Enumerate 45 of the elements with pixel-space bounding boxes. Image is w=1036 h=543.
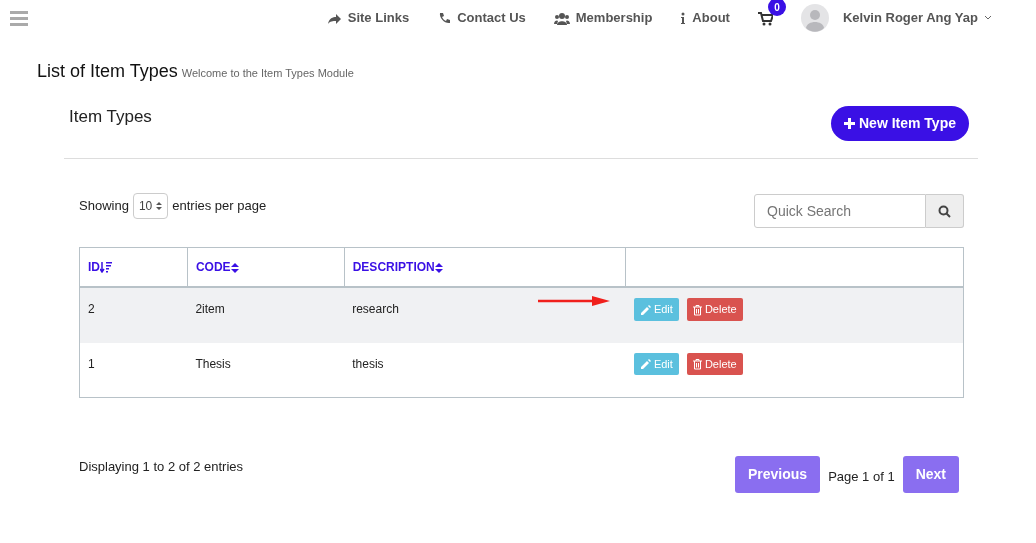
entries-label: entries per page [172,197,267,216]
trash-icon [692,359,702,371]
plus-icon [844,118,855,129]
search-button[interactable] [926,194,964,228]
table-cell: 2item [195,302,225,317]
table-cell: research [352,302,399,317]
page-size-select[interactable]: 10 [132,193,169,219]
arrow-icon [537,296,610,306]
table-cell: Thesis [195,356,231,371]
new-item-type-button[interactable]: New Item Type [831,106,969,141]
users-icon [553,11,570,25]
page-indicator: Page 1 of 1 [828,467,895,486]
panel-title: Item Types [69,105,152,128]
table-cell: 2 [88,302,95,317]
delete-button[interactable]: Delete [686,352,743,375]
nav-link[interactable]: Contact Us [437,8,526,28]
sort-descending-icon [100,262,112,274]
delete-button[interactable]: Delete [686,298,743,321]
trash-icon [692,304,702,316]
pencil-icon [639,304,651,316]
nav-link[interactable]: Site Links [326,8,410,28]
table-cell: 1 [88,356,95,371]
search-icon [938,205,951,219]
nav-link[interactable]: About [680,8,730,28]
cart-count-badge: 0 [767,0,786,17]
entries-info: Displaying 1 to 2 of 2 entries [79,457,244,476]
spinner-icon [156,202,163,210]
caret-icon [984,15,992,21]
search-field[interactable]: Quick Search [754,194,926,228]
pencil-icon [639,359,651,371]
cart-icon[interactable] [757,11,773,26]
table-row[interactable]: 1 Thesis thesis Edit Delete [79,342,964,398]
avatar-icon [800,4,829,32]
user-menu[interactable]: Kelvin Roger Ang Yap [842,8,992,28]
showing-label: Showing [79,197,129,216]
table-cell: thesis [352,356,384,371]
nav-link[interactable]: Membership [553,8,653,28]
table-row[interactable]: 2 2item research Edit Delete [79,287,964,343]
info-icon [680,11,687,25]
share-icon [326,11,342,25]
sort-icon [230,262,239,273]
page-title: List of Item Types [37,60,178,83]
page-subtitle: Welcome to the Item Types Module [181,66,354,81]
phone-icon [437,11,452,25]
sort-icon [434,262,443,273]
